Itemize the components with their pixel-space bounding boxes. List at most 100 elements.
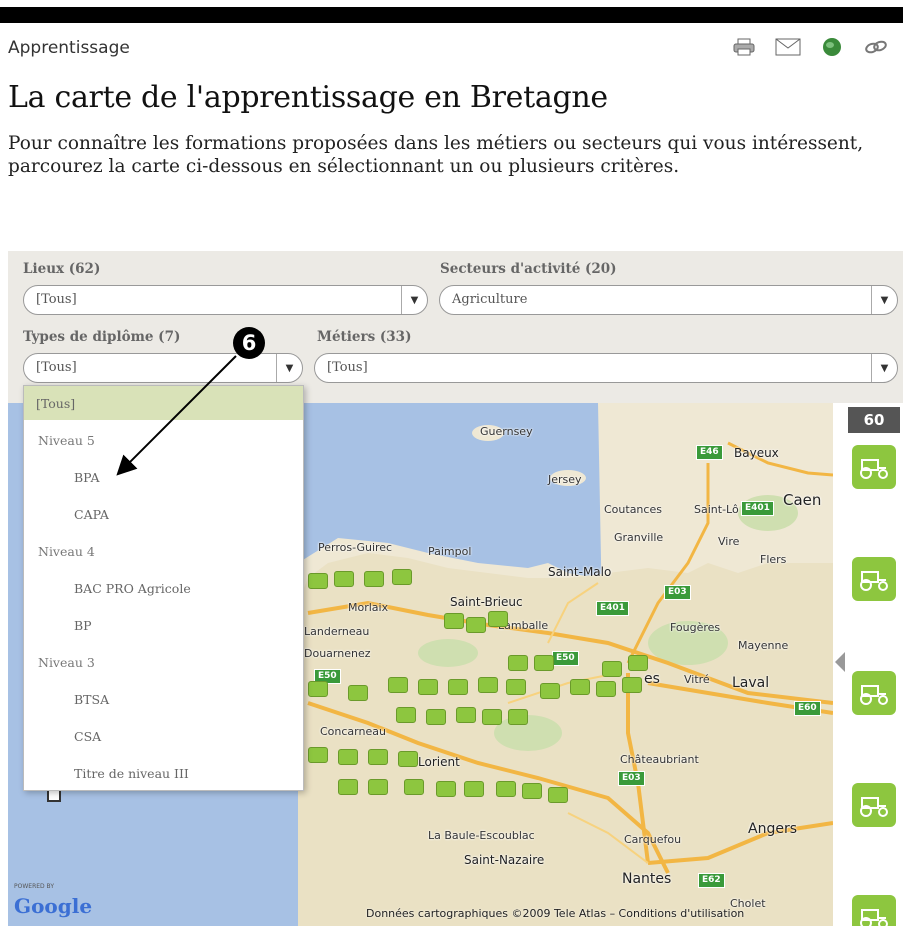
map-label: Lorient bbox=[418, 755, 460, 769]
annotation-callout: 6 bbox=[233, 327, 265, 359]
map-marker[interactable] bbox=[508, 655, 528, 671]
map-marker[interactable] bbox=[540, 683, 560, 699]
dropdown-option[interactable]: CAPA bbox=[24, 497, 303, 531]
dropdown-option[interactable]: [Tous] bbox=[24, 386, 303, 420]
map-label: es bbox=[644, 671, 660, 687]
map-marker[interactable] bbox=[418, 679, 438, 695]
group-label: Niveau 4 bbox=[38, 544, 95, 559]
metiers-label: Métiers (33) bbox=[317, 329, 412, 345]
secteurs-select[interactable]: Agriculture ▼ bbox=[439, 285, 898, 315]
map-marker[interactable] bbox=[348, 685, 368, 701]
breadcrumb[interactable]: Apprentissage bbox=[8, 38, 130, 58]
map-marker[interactable] bbox=[444, 613, 464, 629]
dropdown-option[interactable]: BTSA bbox=[24, 682, 303, 716]
map-marker[interactable] bbox=[506, 679, 526, 695]
dropdown-option[interactable]: CSA bbox=[24, 719, 303, 753]
map-marker[interactable] bbox=[396, 707, 416, 723]
tractor-icon[interactable] bbox=[852, 671, 896, 715]
map-marker[interactable] bbox=[628, 655, 648, 671]
map-label: Angers bbox=[748, 821, 797, 837]
map-label: Saint-Lô bbox=[694, 503, 739, 516]
option-label: BP bbox=[74, 618, 92, 633]
tractor-icon[interactable] bbox=[852, 783, 896, 827]
map-label: Vitré bbox=[684, 673, 710, 686]
link-icon[interactable] bbox=[863, 36, 889, 58]
page-title: La carte de l'apprentissage en Bretagne bbox=[8, 80, 608, 115]
dropdown-option[interactable]: BP bbox=[24, 608, 303, 642]
dropdown-option[interactable]: BAC PRO Agricole bbox=[24, 571, 303, 605]
map-marker[interactable] bbox=[482, 709, 502, 725]
chevron-down-icon[interactable]: ▼ bbox=[871, 354, 897, 382]
map-marker[interactable] bbox=[466, 617, 486, 633]
diplomes-select[interactable]: [Tous] ▼ bbox=[23, 353, 303, 383]
diplome-dropdown-list[interactable]: [Tous] Niveau 5 BPA CAPA Niveau 4 BAC PR… bbox=[23, 385, 304, 791]
map-label: Fougères bbox=[670, 621, 721, 634]
tractor-icon[interactable] bbox=[852, 445, 896, 489]
map-marker[interactable] bbox=[436, 781, 456, 797]
map-label: Laval bbox=[732, 675, 770, 691]
dropdown-option[interactable]: Titre de niveau III bbox=[24, 756, 303, 790]
map-label: Flers bbox=[760, 553, 787, 566]
powered-by-text: POWERED BY bbox=[14, 883, 55, 890]
map-marker[interactable] bbox=[334, 571, 354, 587]
map-marker[interactable] bbox=[602, 661, 622, 677]
map-marker[interactable] bbox=[308, 681, 328, 697]
map-marker[interactable] bbox=[308, 747, 328, 763]
map-marker[interactable] bbox=[398, 751, 418, 767]
map-marker[interactable] bbox=[426, 709, 446, 725]
map-marker[interactable] bbox=[392, 569, 412, 585]
map-marker[interactable] bbox=[478, 677, 498, 693]
map-marker[interactable] bbox=[338, 779, 358, 795]
road-shield: E03 bbox=[618, 771, 645, 786]
map-label: Jersey bbox=[548, 473, 582, 486]
map-marker[interactable] bbox=[596, 681, 616, 697]
option-label: [Tous] bbox=[36, 396, 76, 411]
lieux-label: Lieux (62) bbox=[23, 261, 101, 277]
google-logo[interactable]: Google bbox=[14, 894, 92, 918]
map-marker[interactable] bbox=[368, 779, 388, 795]
map-label: Caen bbox=[783, 491, 822, 509]
map-marker[interactable] bbox=[522, 783, 542, 799]
globe-icon[interactable] bbox=[819, 36, 845, 58]
chevron-down-icon[interactable]: ▼ bbox=[871, 286, 897, 314]
tractor-icon[interactable] bbox=[852, 557, 896, 601]
map-marker[interactable] bbox=[308, 573, 328, 589]
chevron-down-icon[interactable]: ▼ bbox=[276, 354, 302, 382]
map-marker[interactable] bbox=[622, 677, 642, 693]
road-shield: E401 bbox=[596, 601, 629, 616]
tractor-icon[interactable] bbox=[852, 895, 896, 926]
map-marker[interactable] bbox=[570, 679, 590, 695]
chevron-down-icon[interactable]: ▼ bbox=[401, 286, 427, 314]
mail-icon[interactable] bbox=[775, 36, 801, 58]
diplomes-value: [Tous] bbox=[36, 360, 77, 375]
road-shield: E60 bbox=[794, 701, 821, 716]
map-marker[interactable] bbox=[488, 611, 508, 627]
map-marker[interactable] bbox=[404, 779, 424, 795]
map-marker[interactable] bbox=[364, 571, 384, 587]
option-label: CAPA bbox=[74, 507, 109, 522]
group-label: Niveau 5 bbox=[38, 433, 95, 448]
map-marker[interactable] bbox=[388, 677, 408, 693]
lieux-select[interactable]: [Tous] ▼ bbox=[23, 285, 428, 315]
metiers-select[interactable]: [Tous] ▼ bbox=[314, 353, 898, 383]
collapse-arrow-icon[interactable] bbox=[835, 652, 845, 672]
filter-panel: Lieux (62) [Tous] ▼ Secteurs d'activité … bbox=[8, 251, 903, 403]
option-label: BAC PRO Agricole bbox=[74, 581, 191, 596]
dropdown-option[interactable]: BPA bbox=[24, 460, 303, 494]
map-marker[interactable] bbox=[548, 787, 568, 803]
map-marker[interactable] bbox=[496, 781, 516, 797]
map-marker[interactable] bbox=[508, 709, 528, 725]
map-marker[interactable] bbox=[456, 707, 476, 723]
map-marker[interactable] bbox=[338, 749, 358, 765]
map-marker[interactable] bbox=[464, 781, 484, 797]
map-label: Saint-Nazaire bbox=[464, 853, 545, 867]
map-marker[interactable] bbox=[368, 749, 388, 765]
map-copyright[interactable]: Données cartographiques ©2009 Tele Atlas… bbox=[366, 907, 744, 920]
map-label: Vire bbox=[718, 535, 740, 548]
map-marker[interactable] bbox=[448, 679, 468, 695]
map-label: Perros-Guirec bbox=[318, 541, 393, 554]
map-label: Granville bbox=[614, 531, 664, 544]
results-sidebar: 60 bbox=[846, 403, 903, 926]
print-icon[interactable] bbox=[731, 36, 757, 58]
map-marker[interactable] bbox=[534, 655, 554, 671]
